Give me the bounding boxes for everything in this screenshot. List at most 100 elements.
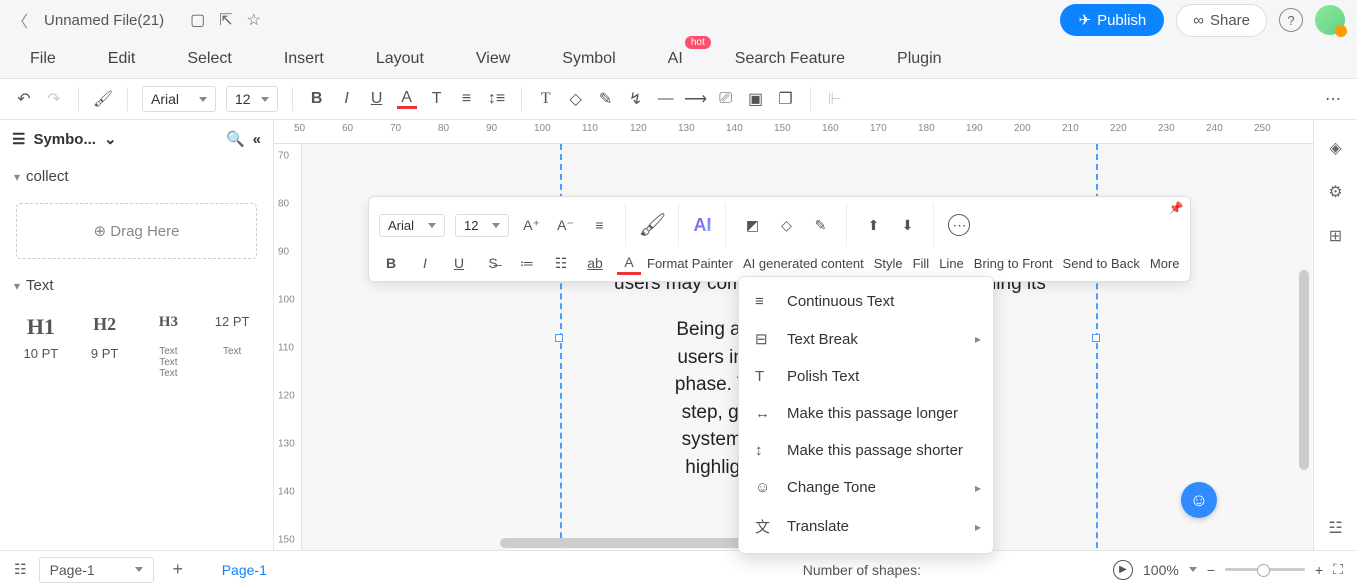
format-painter-icon[interactable]: 🖌	[93, 89, 113, 109]
text-12pt[interactable]: 12 PT	[203, 314, 261, 340]
italic-icon[interactable]: I	[337, 89, 357, 109]
fill-icon[interactable]: ◇	[566, 89, 586, 109]
menu-file[interactable]: File	[30, 50, 56, 68]
ai-item-text-break[interactable]: ⊟Text Break▸	[739, 320, 993, 358]
text-10pt[interactable]: 10 PT	[12, 346, 70, 379]
star-icon[interactable]: ☆	[247, 10, 261, 30]
pen-icon[interactable]: ✎	[596, 89, 616, 109]
active-page-tab[interactable]: Page-1	[222, 562, 267, 578]
ai-item-change-tone[interactable]: ☺Change Tone▸	[739, 469, 993, 506]
redo-icon[interactable]: ↷	[44, 89, 64, 109]
ai-item-make-this-passage-longer[interactable]: ↔Make this passage longer	[739, 395, 993, 432]
collapse-icon[interactable]: «	[253, 131, 261, 148]
menu-toggle-icon[interactable]: ☳	[1328, 518, 1342, 538]
help-icon[interactable]: ?	[1279, 8, 1303, 32]
align-icon[interactable]: ≡	[457, 89, 477, 109]
back-icon[interactable]: 〈	[12, 8, 28, 32]
search-icon[interactable]: 🔍	[226, 130, 245, 148]
save-icon[interactable]: ▢	[190, 10, 205, 30]
send-back-icon[interactable]: ⬇	[895, 213, 919, 237]
add-page-button[interactable]: +	[166, 558, 190, 582]
text-stack[interactable]: Text Text Text	[140, 346, 198, 379]
page-select[interactable]: Page-1	[39, 557, 154, 583]
settings-icon[interactable]: ⚙	[1328, 182, 1342, 202]
menu-layout[interactable]: Layout	[376, 50, 424, 68]
more-label[interactable]: More	[1150, 256, 1180, 271]
connector-icon[interactable]: ↯	[626, 89, 646, 109]
menu-search-feature[interactable]: Search Feature	[735, 50, 845, 68]
fullscreen-icon[interactable]: ⛶	[1333, 561, 1343, 578]
text-h1[interactable]: H1	[12, 314, 70, 340]
format-painter-btn[interactable]: 🖌	[640, 213, 664, 237]
ft-size-select[interactable]: 12	[455, 214, 509, 237]
style-label[interactable]: Style	[874, 256, 903, 271]
text-tool-icon[interactable]: T	[536, 89, 556, 109]
zoom-slider[interactable]	[1225, 568, 1305, 571]
ai-item-translate[interactable]: 文Translate▸	[739, 506, 993, 547]
zoom-out-icon[interactable]: −	[1207, 562, 1215, 578]
underline-icon[interactable]: U	[367, 89, 387, 109]
bring-front-label[interactable]: Bring to Front	[974, 256, 1053, 271]
font-size-select[interactable]: 12	[226, 86, 278, 112]
menu-edit[interactable]: Edit	[108, 50, 136, 68]
avatar[interactable]	[1315, 5, 1345, 35]
menu-ai[interactable]: AIhot	[668, 50, 683, 68]
fill-icon[interactable]: ◇	[774, 213, 798, 237]
ai-item-make-this-passage-shorter[interactable]: ↕Make this passage shorter	[739, 432, 993, 469]
text-case-icon[interactable]: T	[427, 89, 447, 109]
send-back-label[interactable]: Send to Back	[1063, 256, 1140, 271]
highlight-icon[interactable]: ab	[583, 251, 607, 275]
italic-icon[interactable]: I	[413, 251, 437, 275]
vertical-scrollbar[interactable]	[1299, 270, 1309, 470]
font-color-icon[interactable]: A	[397, 89, 417, 109]
align-toggle-icon[interactable]: ≡	[587, 213, 611, 237]
bring-front-icon[interactable]: ⬆	[861, 213, 885, 237]
underline-icon[interactable]: U	[447, 251, 471, 275]
align-objects-icon[interactable]: ⊩	[825, 89, 845, 109]
fill-label[interactable]: Fill	[913, 256, 930, 271]
arrow-style-icon[interactable]: ⟶	[686, 89, 706, 109]
drag-here[interactable]: Drag Here	[16, 203, 257, 259]
text-color-icon[interactable]: A	[617, 251, 641, 275]
text-9pt[interactable]: 9 PT	[76, 346, 134, 379]
share-button[interactable]: ∞ Share	[1176, 4, 1267, 37]
pin-icon[interactable]: 📌	[1169, 201, 1184, 215]
theme-icon[interactable]: ◈	[1329, 138, 1341, 158]
font-select[interactable]: Arial	[142, 86, 216, 112]
chat-bubble-icon[interactable]: ☺	[1181, 482, 1217, 518]
publish-button[interactable]: ✈ Publish	[1060, 4, 1164, 36]
bullets-icon[interactable]: ≔	[515, 251, 539, 275]
more-icon[interactable]: ⋯	[1323, 89, 1343, 109]
menu-symbol[interactable]: Symbol	[562, 50, 615, 68]
numbering-icon[interactable]: ☷	[549, 251, 573, 275]
text-single[interactable]: Text	[203, 346, 261, 379]
menu-insert[interactable]: Insert	[284, 50, 324, 68]
export-icon[interactable]: ⇱	[219, 10, 232, 30]
line-style-icon[interactable]: —	[656, 89, 676, 109]
line-icon[interactable]: ✎	[808, 213, 832, 237]
group-icon[interactable]: ▣	[746, 89, 766, 109]
ai-label[interactable]: AI generated content	[743, 256, 864, 271]
strike-icon[interactable]: S̶	[481, 251, 505, 275]
style-icon[interactable]: ◩	[740, 213, 764, 237]
arrange-icon[interactable]: ⎚	[716, 89, 736, 109]
section-collect[interactable]: collect	[0, 158, 273, 195]
ai-item-continuous-text[interactable]: ≡Continuous Text	[739, 283, 993, 320]
menu-view[interactable]: View	[476, 50, 510, 68]
outline-icon[interactable]: ☷	[14, 561, 27, 578]
zoom-value[interactable]: 100%	[1143, 562, 1179, 578]
apps-icon[interactable]: ⊞	[1329, 226, 1342, 246]
ft-font-select[interactable]: Arial	[379, 214, 445, 237]
menu-plugin[interactable]: Plugin	[897, 50, 941, 68]
ai-icon[interactable]: AI	[693, 215, 711, 236]
horizontal-scrollbar[interactable]	[500, 538, 750, 548]
section-text[interactable]: Text	[0, 267, 273, 304]
zoom-in-icon[interactable]: +	[1315, 562, 1323, 578]
text-h3[interactable]: H3	[140, 314, 198, 340]
line-height-icon[interactable]: ↕≡	[487, 89, 507, 109]
play-icon[interactable]: ▶	[1113, 560, 1133, 580]
decrease-font-icon[interactable]: A⁻	[553, 213, 577, 237]
bold-icon[interactable]: B	[379, 251, 403, 275]
chevron-down-icon[interactable]: ⌄	[104, 130, 117, 148]
more-options-icon[interactable]: ⋯	[948, 214, 970, 236]
